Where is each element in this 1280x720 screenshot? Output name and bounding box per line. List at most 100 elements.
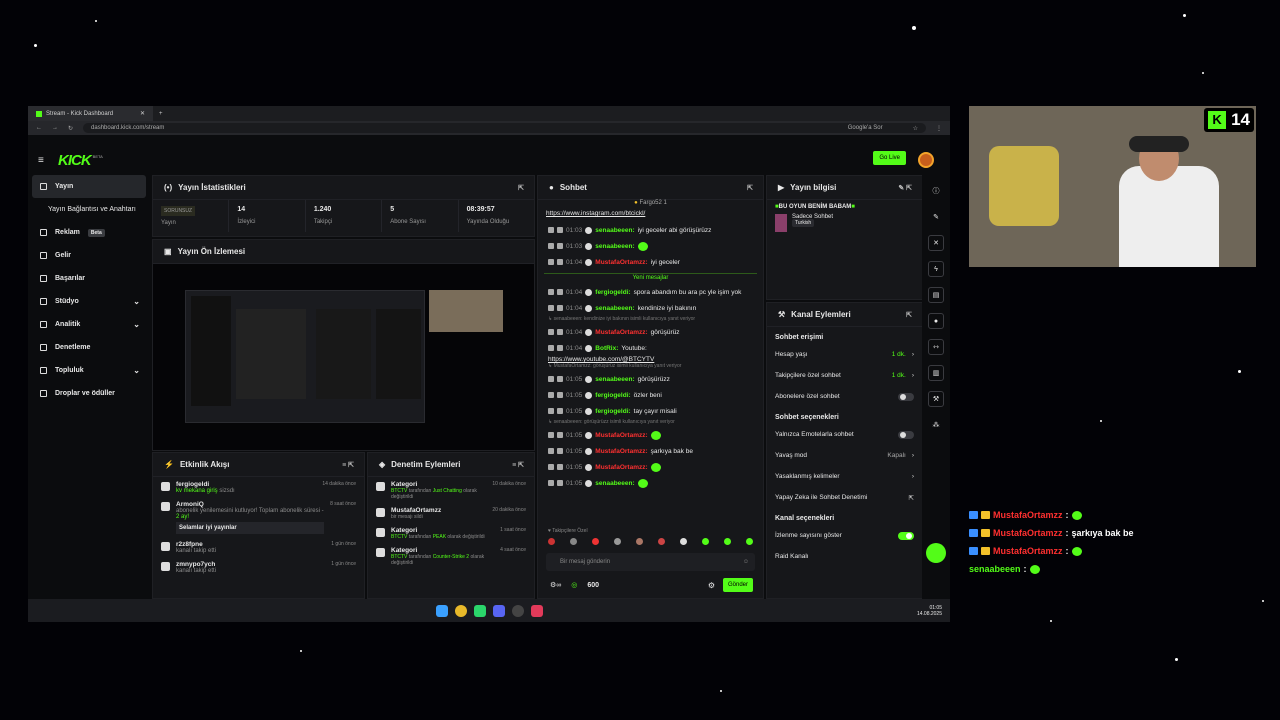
chat-message[interactable]: 01:04 BotRix: Youtube: (538, 340, 763, 356)
media-player-icon[interactable] (530, 604, 543, 617)
user-avatar[interactable] (918, 152, 934, 168)
delete-icon[interactable] (548, 345, 554, 351)
layout-icon[interactable]: ▥ (928, 365, 944, 381)
flash-icon[interactable]: ϟ (928, 261, 944, 277)
share-icon[interactable]: ⁂ (928, 417, 944, 433)
timeout-icon[interactable] (557, 243, 563, 249)
preview-video[interactable] (185, 290, 425, 423)
split-icon[interactable]: ⇿ (928, 339, 944, 355)
emote-icon[interactable] (592, 538, 599, 545)
delete-icon[interactable] (548, 480, 554, 486)
filter-icon[interactable]: ≡ ⇱ (342, 461, 354, 469)
back-icon[interactable]: ← (36, 125, 42, 131)
sidebar-item-ads[interactable]: Reklam Beta (28, 221, 150, 244)
menu-dots-icon[interactable]: ⋮ (936, 125, 942, 132)
emote-icon[interactable] (614, 538, 621, 545)
tray-clock[interactable]: 01:05 14.08.2025 (917, 605, 942, 617)
timeout-icon[interactable] (557, 448, 563, 454)
discord-icon[interactable] (492, 604, 505, 617)
delete-icon[interactable] (548, 464, 554, 470)
chat-message[interactable]: 01:03 senaabeeen: (538, 238, 763, 254)
bookmark-star-icon[interactable]: ☆ (913, 125, 918, 132)
chat-message[interactable]: 01:05 MustafaOrtamzz: şarkıya bak be (538, 443, 763, 459)
browser-tab[interactable]: Stream - Kick Dashboard ✕ (28, 106, 153, 121)
chrome-icon[interactable] (454, 604, 467, 617)
delete-icon[interactable] (548, 408, 554, 414)
chat-message[interactable]: 01:03 senaabeeen: iyi geceler abi görüşürü… (538, 222, 763, 238)
delete-icon[interactable] (548, 243, 554, 249)
chat-message[interactable]: 01:05 senaabeeen: (538, 475, 763, 491)
delete-icon[interactable] (548, 329, 554, 335)
emote-icon[interactable] (680, 538, 687, 545)
account-age-setting[interactable]: Hesap yaşı 1 dk. › (767, 344, 922, 365)
delete-icon[interactable] (548, 448, 554, 454)
timeout-icon[interactable] (557, 392, 563, 398)
timeout-icon[interactable] (557, 376, 563, 382)
info-icon[interactable]: ⓘ (928, 183, 944, 199)
message-user[interactable]: senaabeeen: (595, 243, 634, 250)
chat-message[interactable]: 01:04 senaabeeen: kendinize iyi bakının (538, 300, 763, 316)
subs-only-toggle[interactable] (898, 392, 914, 401)
edit-icon[interactable]: ✎ ⇱ (898, 184, 912, 192)
close-tab-icon[interactable]: ✕ (140, 110, 145, 117)
chat-input[interactable]: Bir mesaj gönderin ☺ (546, 553, 755, 571)
pencil-icon[interactable]: ✎ (928, 209, 944, 225)
emote-icon[interactable] (702, 538, 709, 545)
timeout-icon[interactable] (557, 305, 563, 311)
whatsapp-icon[interactable] (473, 604, 486, 617)
windows-start-icon[interactable] (435, 604, 448, 617)
sidebar-item-studio[interactable]: Stüdyo ⌄ (28, 290, 150, 313)
chat-message[interactable]: 01:04 MustafaOrtamzz: görüşürüz (538, 324, 763, 340)
popout-icon[interactable]: ⇱ (518, 184, 524, 192)
message-user[interactable]: senaabeeen: (595, 480, 634, 487)
emote-icon[interactable] (724, 538, 731, 545)
forward-icon[interactable]: → (52, 125, 58, 131)
kick-logo[interactable]: KICK (58, 152, 92, 169)
timeout-icon[interactable] (557, 289, 563, 295)
emote-icon[interactable] (658, 538, 665, 545)
filter-icon[interactable]: ≡ ⇱ (512, 461, 524, 469)
emote-icon[interactable] (548, 538, 555, 545)
sidebar-item-achievements[interactable]: Başarılar (28, 267, 150, 290)
message-user[interactable]: MustafaOrtamzz: (595, 448, 647, 455)
hamburger-icon[interactable]: ≡ (38, 155, 44, 166)
chat-message[interactable]: 01:05 fergiogeldi: özler beni (538, 387, 763, 403)
popout-icon[interactable]: ⇱ (747, 184, 753, 192)
delete-icon[interactable] (548, 227, 554, 233)
send-button[interactable]: Gönder (722, 578, 753, 592)
sidebar-item-moderation[interactable]: Denetleme (28, 336, 150, 359)
delete-icon[interactable] (548, 259, 554, 265)
points-display[interactable]: ⚙∞ ◎ 600 (550, 581, 599, 590)
new-tab-icon[interactable]: + (159, 111, 163, 117)
viewcount-toggle[interactable] (898, 531, 914, 540)
timeout-icon[interactable] (557, 329, 563, 335)
message-user[interactable]: senaabeeen: (595, 305, 634, 312)
timeout-icon[interactable] (557, 259, 563, 265)
message-user[interactable]: fergiogeldi: (595, 408, 630, 415)
timeout-icon[interactable] (557, 464, 563, 470)
chat-message[interactable]: 01:05 fergiogeldi: tay çayır misali (538, 403, 763, 419)
delete-icon[interactable] (548, 432, 554, 438)
chat-settings-icon[interactable]: ⚙ (708, 581, 715, 590)
popout-icon[interactable]: ⇱ (906, 311, 912, 319)
chat-message[interactable]: 01:05 MustafaOrtamzz: (538, 459, 763, 475)
close-icon[interactable]: ✕ (928, 235, 944, 251)
go-live-button[interactable]: Go Live (873, 151, 906, 165)
chat-bubble-icon[interactable]: ● (928, 313, 944, 329)
emote-only-toggle[interactable] (898, 430, 914, 439)
chat-message[interactable]: 01:05 senaabeeen: görüşürüzz (538, 371, 763, 387)
message-user[interactable]: MustafaOrtamzz: (595, 432, 647, 439)
emote-icon[interactable] (746, 538, 753, 545)
sidebar-item-analytics[interactable]: Analitik ⌄ (28, 313, 150, 336)
ai-moderation-setting[interactable]: Yapay Zeka ile Sohbet Denetimi ⇱ (767, 487, 922, 508)
delete-icon[interactable] (548, 392, 554, 398)
message-user[interactable]: MustafaOrtamzz: (595, 329, 647, 336)
delete-icon[interactable] (548, 305, 554, 311)
support-button[interactable] (926, 543, 946, 563)
chat-message[interactable]: 01:04 MustafaOrtamzz: iyi geceler (538, 254, 763, 270)
chat-message[interactable]: 01:05 MustafaOrtamzz: (538, 427, 763, 443)
wrench-icon[interactable]: ⚒ (928, 391, 944, 407)
timeout-icon[interactable] (557, 480, 563, 486)
sidebar-item-stream[interactable]: Yayın (32, 175, 146, 198)
chat-message[interactable]: 01:04 fergiogeldi: spora abandım bu ara pc… (538, 284, 763, 300)
